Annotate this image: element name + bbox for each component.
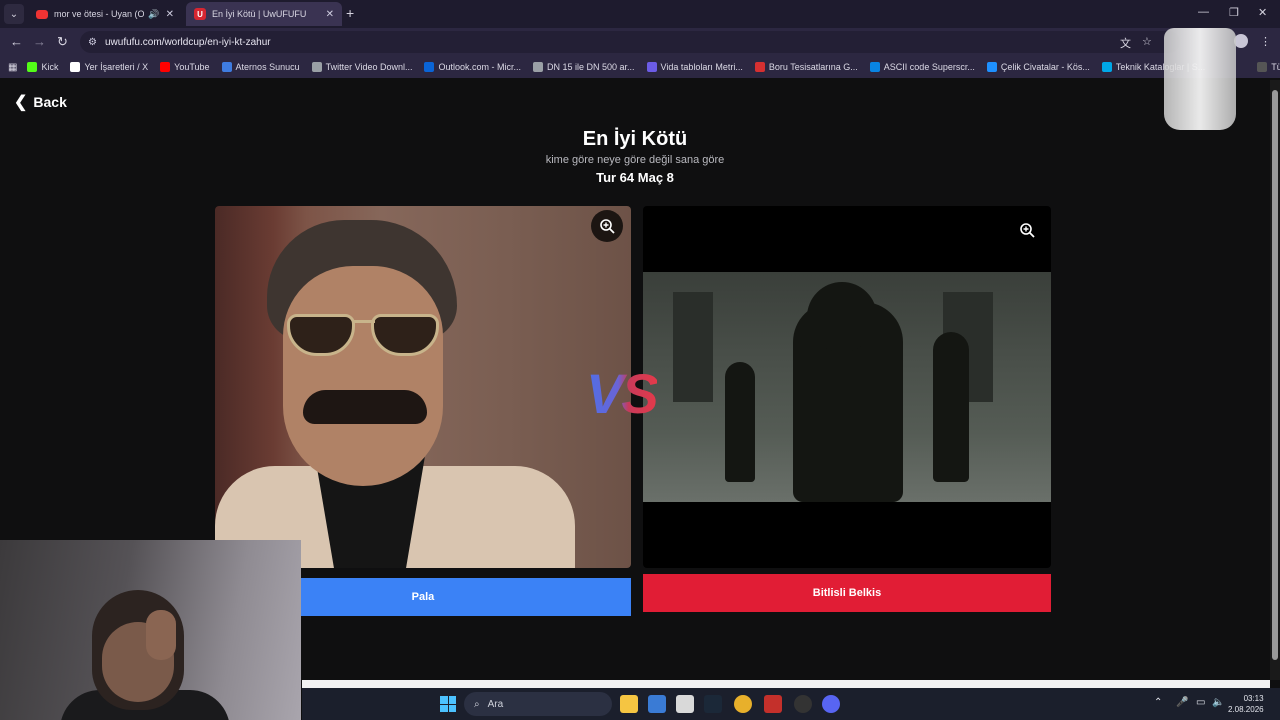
address-bar[interactable]: ⚙ uwufufu.com/worldcup/en-iyi-kt-zahur [80,31,1180,53]
bookmark-item[interactable]: Vida tabloları Metri... [646,62,743,72]
tab-uwufufu[interactable]: U En İyi Kötü | UwUFUFU ✕ [186,2,342,26]
network-icon[interactable]: ▭ [1196,697,1205,708]
bookmark-item[interactable]: Outlook.com - Micr... [424,62,521,72]
close-tab-icon[interactable]: ✕ [166,9,174,20]
page-subtitle: kime göre neye göre değil sana göre [545,154,725,166]
youtube-icon [36,9,48,19]
discord-icon[interactable] [822,695,840,713]
new-tab-button[interactable]: + [346,5,354,21]
search-placeholder: Ara [487,698,504,710]
menu-icon[interactable]: ⋮ [1260,35,1271,48]
url-text: uwufufu.com/worldcup/en-iyi-kt-zahur [104,36,271,48]
zoom-icon[interactable] [591,210,623,242]
app-icon[interactable] [764,695,782,713]
scrollbar-thumb[interactable] [1272,90,1278,660]
taskbar: ⌕ Ara ⌃ 🎤 ▭ 🔈 03:13 2.08.2026 [302,688,1280,720]
windows-start-icon[interactable] [440,696,456,712]
tab-title: En İyi Kötü | UwUFUFU [212,9,307,19]
close-tab-icon[interactable]: ✕ [326,9,334,20]
all-bookmarks[interactable]: Tüm Yer İşaretleri [1257,62,1280,72]
horizontal-scrollbar[interactable] [302,680,1270,688]
uwufufu-icon: U [194,8,206,20]
site-info-icon[interactable]: ⚙ [88,37,97,48]
tab-strip: ⌄ mor ve ötesi - Uyan (Officia 🔊 ✕ U En … [0,0,1280,28]
webcam-overlay [0,540,301,720]
bookmark-item[interactable]: Yer İşaretleri / X [70,62,148,72]
choose-right-button[interactable]: Bitlisli Belkis [643,574,1051,612]
minimize-icon[interactable]: — [1198,6,1209,18]
file-explorer-icon[interactable] [620,695,638,713]
tab-youtube[interactable]: mor ve ötesi - Uyan (Officia 🔊 ✕ [28,2,182,26]
app-icon[interactable] [676,695,694,713]
right-candidate-image[interactable] [643,206,1051,568]
zoom-icon[interactable] [1011,214,1043,246]
maximize-icon[interactable]: ❐ [1229,6,1239,19]
volume-icon[interactable]: 🔈 [1212,697,1224,708]
toolbar: ← → ↻ ⚙ uwufufu.com/worldcup/en-iyi-kt-z… [0,28,1280,56]
clock[interactable]: 03:13 2.08.2026 [1228,693,1264,715]
scene-photo [643,272,1051,502]
page-title: En İyi Kötü [582,128,688,150]
bookmarks-bar: ▦ Kick Yer İşaretleri / X YouTube Aterno… [0,56,1280,78]
speaker-icon[interactable]: 🔊 [148,9,159,20]
tray-chevron-icon[interactable]: ⌃ [1154,697,1162,708]
back-arrow-icon[interactable]: ← [10,34,23,49]
taskbar-search[interactable]: ⌕ Ara [464,692,612,716]
bookmark-item[interactable]: Aternos Sunucu [221,62,300,72]
search-icon: ⌕ [474,698,480,710]
tab-title: mor ve ötesi - Uyan (Officia [54,9,145,19]
bookmark-item[interactable]: ASCII code Superscr... [869,62,975,72]
forward-arrow-icon[interactable]: → [33,34,46,49]
bookmark-item[interactable]: DN 15 ile DN 500 ar... [533,62,635,72]
bookmark-item[interactable]: Kick [27,62,58,72]
close-window-icon[interactable]: ✕ [1258,6,1267,19]
app-icon[interactable] [794,695,812,713]
profile-avatar[interactable] [1234,34,1248,48]
apps-grid-icon[interactable]: ▦ [8,62,17,73]
portrait-photo [215,206,631,568]
left-candidate-image[interactable] [215,206,631,568]
back-label: Back [33,94,67,110]
reload-icon[interactable]: ↻ [57,34,68,50]
back-button[interactable]: ❮ Back [14,92,67,112]
bookmark-item[interactable]: Çelik Civatalar - Kös... [986,62,1090,72]
chrome-icon[interactable] [734,695,752,713]
app-icon[interactable] [648,695,666,713]
bookmark-star-icon[interactable]: ☆ [1142,35,1152,48]
round-indicator: Tur 64 Maç 8 [596,170,674,185]
vertical-scrollbar[interactable] [1270,80,1280,680]
cup-overlay [1164,28,1236,130]
translate-icon[interactable]: 文 [1120,35,1131,51]
vs-label: VS [586,362,659,425]
chevron-left-icon: ❮ [14,94,28,111]
tab-search-button[interactable]: ⌄ [4,4,24,24]
bookmark-item[interactable]: Twitter Video Downl... [311,62,412,72]
bookmark-item[interactable]: YouTube [160,62,210,72]
microphone-icon[interactable]: 🎤 [1176,697,1188,708]
bookmark-item[interactable]: Boru Tesisatlarına G... [754,62,858,72]
steam-icon[interactable] [704,695,722,713]
